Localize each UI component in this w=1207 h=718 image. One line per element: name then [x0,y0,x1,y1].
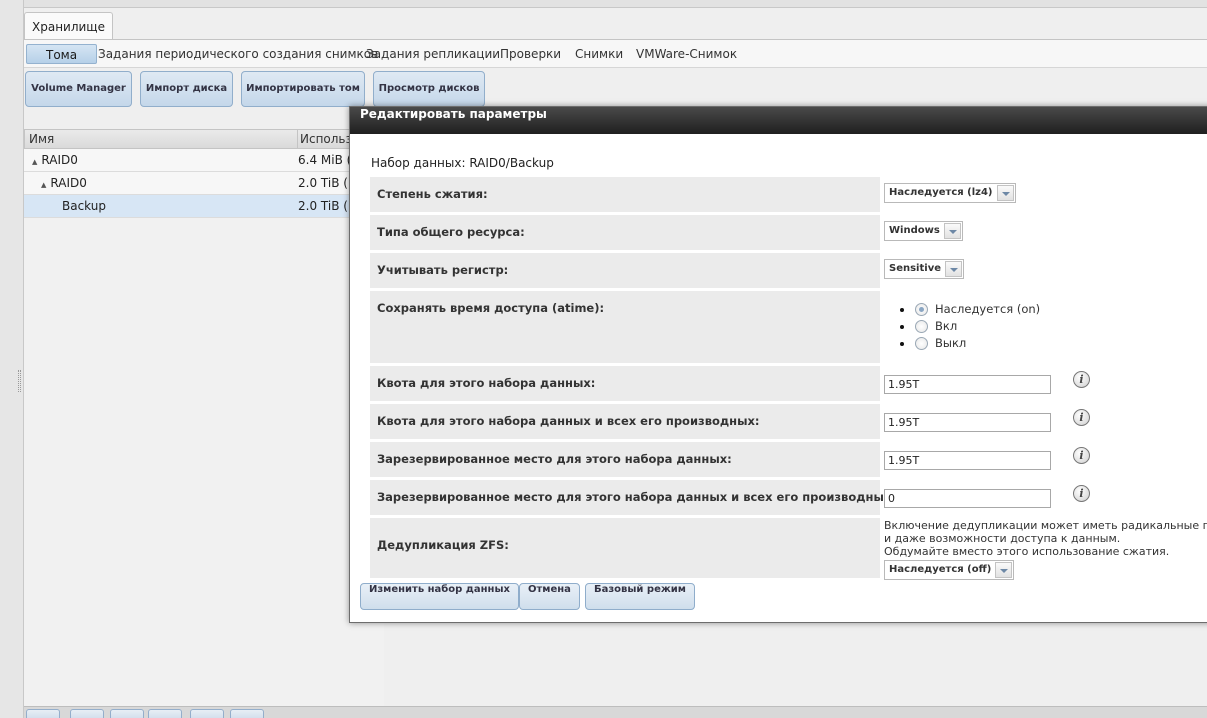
row-used: 6.4 MiB ( [298,153,352,167]
compression-label: Степень сжатия: [370,177,880,212]
column-name[interactable]: Имя [29,130,54,149]
dedup-value: Наследуется (off) [889,564,992,575]
bottom-action-button[interactable] [148,709,182,718]
expand-arrow-icon[interactable]: ▲ [41,181,46,189]
splitter-grip[interactable] [18,370,21,392]
quota-label: Квота для этого набора данных: [370,366,880,401]
dedup-warning-line3: Обдумайте вместо этого использование сжа… [884,545,1170,558]
reserved-children-label: Зарезервированное место для этого набора… [370,480,896,515]
subtab-replication-tasks[interactable]: Задания репликации [366,44,500,64]
bottom-action-button[interactable] [190,709,224,718]
radio-off[interactable] [915,337,928,350]
bottom-action-button[interactable] [230,709,264,718]
compression-value: Наследуется (lz4) [889,187,993,198]
reserved-input[interactable] [884,451,1051,470]
row-name: ▲ RAID0 [32,153,78,167]
dedup-label: Дедупликация ZFS: [370,518,880,578]
atime-radio-group: Наследуется (on) Вкл Выкл [884,301,1040,352]
info-icon[interactable]: i [1073,447,1090,464]
atime-option-on[interactable]: Вкл [884,318,1040,335]
bottom-action-button[interactable] [26,709,60,718]
storage-subtabs: Тома Задания периодического создания сни… [24,39,1207,68]
left-gutter [0,0,24,718]
expand-arrow-icon[interactable]: ▲ [32,158,37,166]
subtab-scrubs[interactable]: Проверки [500,44,561,64]
subtab-periodic-snapshot-tasks[interactable]: Задания периодического создания снимков [98,44,378,64]
subtab-vmware-snapshot[interactable]: VMWare-Снимок [636,44,737,64]
info-icon[interactable]: i [1073,409,1090,426]
atime-label: Сохранять время доступа (atime): [370,291,880,363]
cancel-button[interactable]: Отмена [519,583,580,610]
table-row[interactable]: ▲ RAID0 6.4 MiB ( [24,149,384,172]
case-sensitivity-select[interactable]: Sensitive [884,259,964,279]
basic-mode-button[interactable]: Базовый режим [585,583,695,610]
share-type-label: Типа общего ресурса: [370,215,880,250]
share-type-value: Windows [889,225,940,236]
table-row[interactable]: Backup 2.0 TiB ( [24,195,384,218]
dataset-name: Набор данных: RAID0/Backup [371,156,554,170]
volumes-grid: Имя Использо ▲ RAID0 6.4 MiB ( ▲ RAID0 2.0… [24,129,384,706]
reserved-children-input[interactable] [884,489,1051,508]
row-name: Backup [62,199,106,213]
chevron-down-icon[interactable] [995,562,1013,578]
bottom-action-button[interactable] [110,709,144,718]
row-used: 2.0 TiB ( [298,176,348,190]
table-row[interactable]: ▲ RAID0 2.0 TiB ( [24,172,384,195]
quota-input[interactable] [884,375,1051,394]
quota-children-label: Квота для этого набора данных и всех его… [370,404,880,439]
view-disks-button[interactable]: Просмотр дисков [373,71,485,107]
volume-manager-button[interactable]: Volume Manager [25,71,132,107]
dedup-warning-line2: и даже возможности доступа к данным. [884,532,1121,545]
dialog-title[interactable]: Редактировать параметры [350,107,1207,134]
reserved-label: Зарезервированное место для этого набора… [370,442,880,477]
dedup-warning-line1: Включение дедупликации может иметь радик… [884,519,1207,532]
radio-on[interactable] [915,320,928,333]
atime-option-off[interactable]: Выкл [884,335,1040,352]
import-volume-button[interactable]: Импортировать том [241,71,365,107]
dedup-select[interactable]: Наследуется (off) [884,560,1207,580]
case-sensitivity-value: Sensitive [889,263,941,274]
share-type-select[interactable]: Windows [884,221,963,241]
top-strip [24,0,1207,8]
tab-storage[interactable]: Хранилище [24,12,113,40]
atime-option-inherit[interactable]: Наследуется (on) [884,301,1040,318]
row-name: ▲ RAID0 [41,176,87,190]
import-disk-button[interactable]: Импорт диска [140,71,233,107]
compression-select[interactable]: Наследуется (lz4) [884,183,1016,203]
subtab-snapshots[interactable]: Снимки [575,44,623,64]
chevron-down-icon[interactable] [945,261,962,277]
radio-inherit[interactable] [915,303,928,316]
subtab-volumes[interactable]: Тома [26,44,98,64]
chevron-down-icon[interactable] [996,185,1014,201]
edit-options-dialog: Редактировать параметры Набор данных: RA… [349,106,1207,623]
chevron-down-icon[interactable] [943,223,961,239]
bottom-toolbar [24,706,1207,718]
case-sensitivity-label: Учитывать регистр: [370,253,880,288]
modify-dataset-button[interactable]: Изменить набор данных [360,583,519,610]
quota-children-input[interactable] [884,413,1051,432]
info-icon[interactable]: i [1073,371,1090,388]
row-used: 2.0 TiB ( [298,199,348,213]
grid-header: Имя Использо [24,129,384,149]
info-icon[interactable]: i [1073,485,1090,502]
bottom-action-button[interactable] [70,709,104,718]
